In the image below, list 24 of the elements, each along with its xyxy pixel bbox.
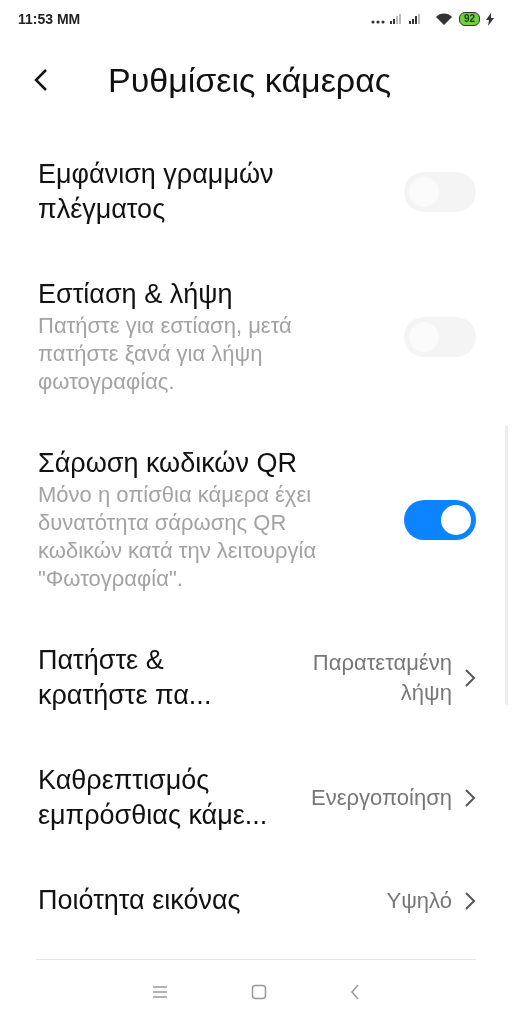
setting-title: Πατήστε & κρατήστε πα...: [38, 644, 213, 712]
setting-title: Εστίαση & λήψη: [38, 278, 234, 311]
wifi-icon: [434, 12, 453, 26]
setting-description: Μόνο η οπίσθια κάμερα έχει δυνατότητα σάρωσης QR κωδικών κατά την λειτουργία "Φωτογραφία".: [38, 481, 318, 593]
battery-level: 92: [458, 12, 480, 26]
status-time: 11:53 MM: [18, 11, 81, 27]
setting-title: Καθρεπτισμός εμπρόσθιας κάμε...: [38, 764, 269, 832]
page-title: Ρυθμίσεις κάμερας: [108, 60, 392, 100]
setting-title: Σάρωση κωδικών QR: [38, 447, 298, 480]
back-icon: [34, 68, 48, 92]
square-icon: [251, 984, 267, 1000]
setting-description: Πατήστε για εστίαση, μετά πατήστε ξανά για λήψη φωτογραφίας.: [38, 312, 293, 396]
chevron-icon: [464, 668, 476, 688]
setting-value: Υψηλό: [386, 886, 452, 915]
toggle-switch[interactable]: [404, 499, 476, 540]
setting-value: Ενεργοποίηση: [311, 784, 452, 812]
back-icon: [350, 984, 361, 1000]
charging-icon: [486, 12, 494, 26]
menu-icon: [151, 985, 168, 999]
setting-value: Παρατεταμένη λήψη: [311, 649, 452, 707]
setting-title: Ποιότητα εικόνας: [38, 884, 242, 917]
chevron-icon: [464, 890, 476, 911]
chevron-icon: [464, 788, 476, 808]
setting-title: Εμφάνιση γραμμών πλέγματος: [38, 158, 275, 226]
